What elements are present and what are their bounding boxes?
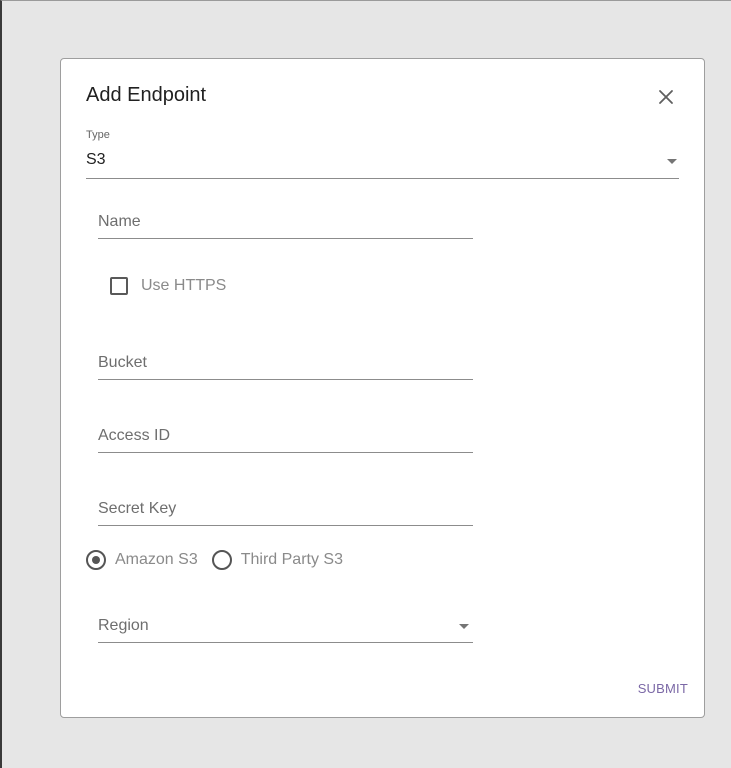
use-https-checkbox-row[interactable]: Use HTTPS [110, 276, 226, 296]
access-id-input[interactable] [98, 421, 473, 451]
provider-radio-group: Amazon S3 Third Party S3 [86, 549, 343, 571]
type-select[interactable]: S3 [86, 147, 679, 179]
chevron-down-icon [459, 624, 469, 629]
name-field [98, 207, 473, 239]
radio-button-third-party-s3[interactable] [211, 550, 232, 570]
secret-key-field [98, 494, 473, 526]
dialog-title: Add Endpoint [86, 84, 207, 106]
secret-key-input[interactable] [98, 494, 473, 524]
radio-button-amazon-s3[interactable] [86, 550, 106, 570]
access-id-field [98, 421, 473, 453]
add-endpoint-dialog: Add Endpoint Type S3 Use HTTPS [60, 58, 705, 718]
submit-button[interactable]: SUBMIT [638, 681, 688, 696]
bucket-field [98, 348, 473, 380]
use-https-checkbox[interactable] [110, 277, 128, 295]
name-input[interactable] [98, 207, 473, 237]
radio-label-third-party-s3: Third Party S3 [240, 551, 343, 568]
radio-label-amazon-s3: Amazon S3 [115, 551, 198, 568]
chevron-down-icon [667, 159, 677, 164]
type-label: Type [86, 129, 110, 141]
type-select-value: S3 [86, 151, 106, 168]
page-backdrop: Add Endpoint Type S3 Use HTTPS [0, 0, 731, 768]
use-https-label: Use HTTPS [141, 277, 227, 294]
close-button[interactable] [654, 85, 678, 109]
radio-option-third-party-s3[interactable]: Third Party S3 [211, 550, 343, 570]
region-placeholder: Region [98, 617, 149, 634]
bucket-input[interactable] [98, 348, 473, 378]
radio-selected-dot [92, 556, 100, 564]
close-icon [659, 90, 673, 104]
radio-option-amazon-s3[interactable]: Amazon S3 [86, 550, 198, 570]
region-select[interactable]: Region [98, 611, 473, 643]
